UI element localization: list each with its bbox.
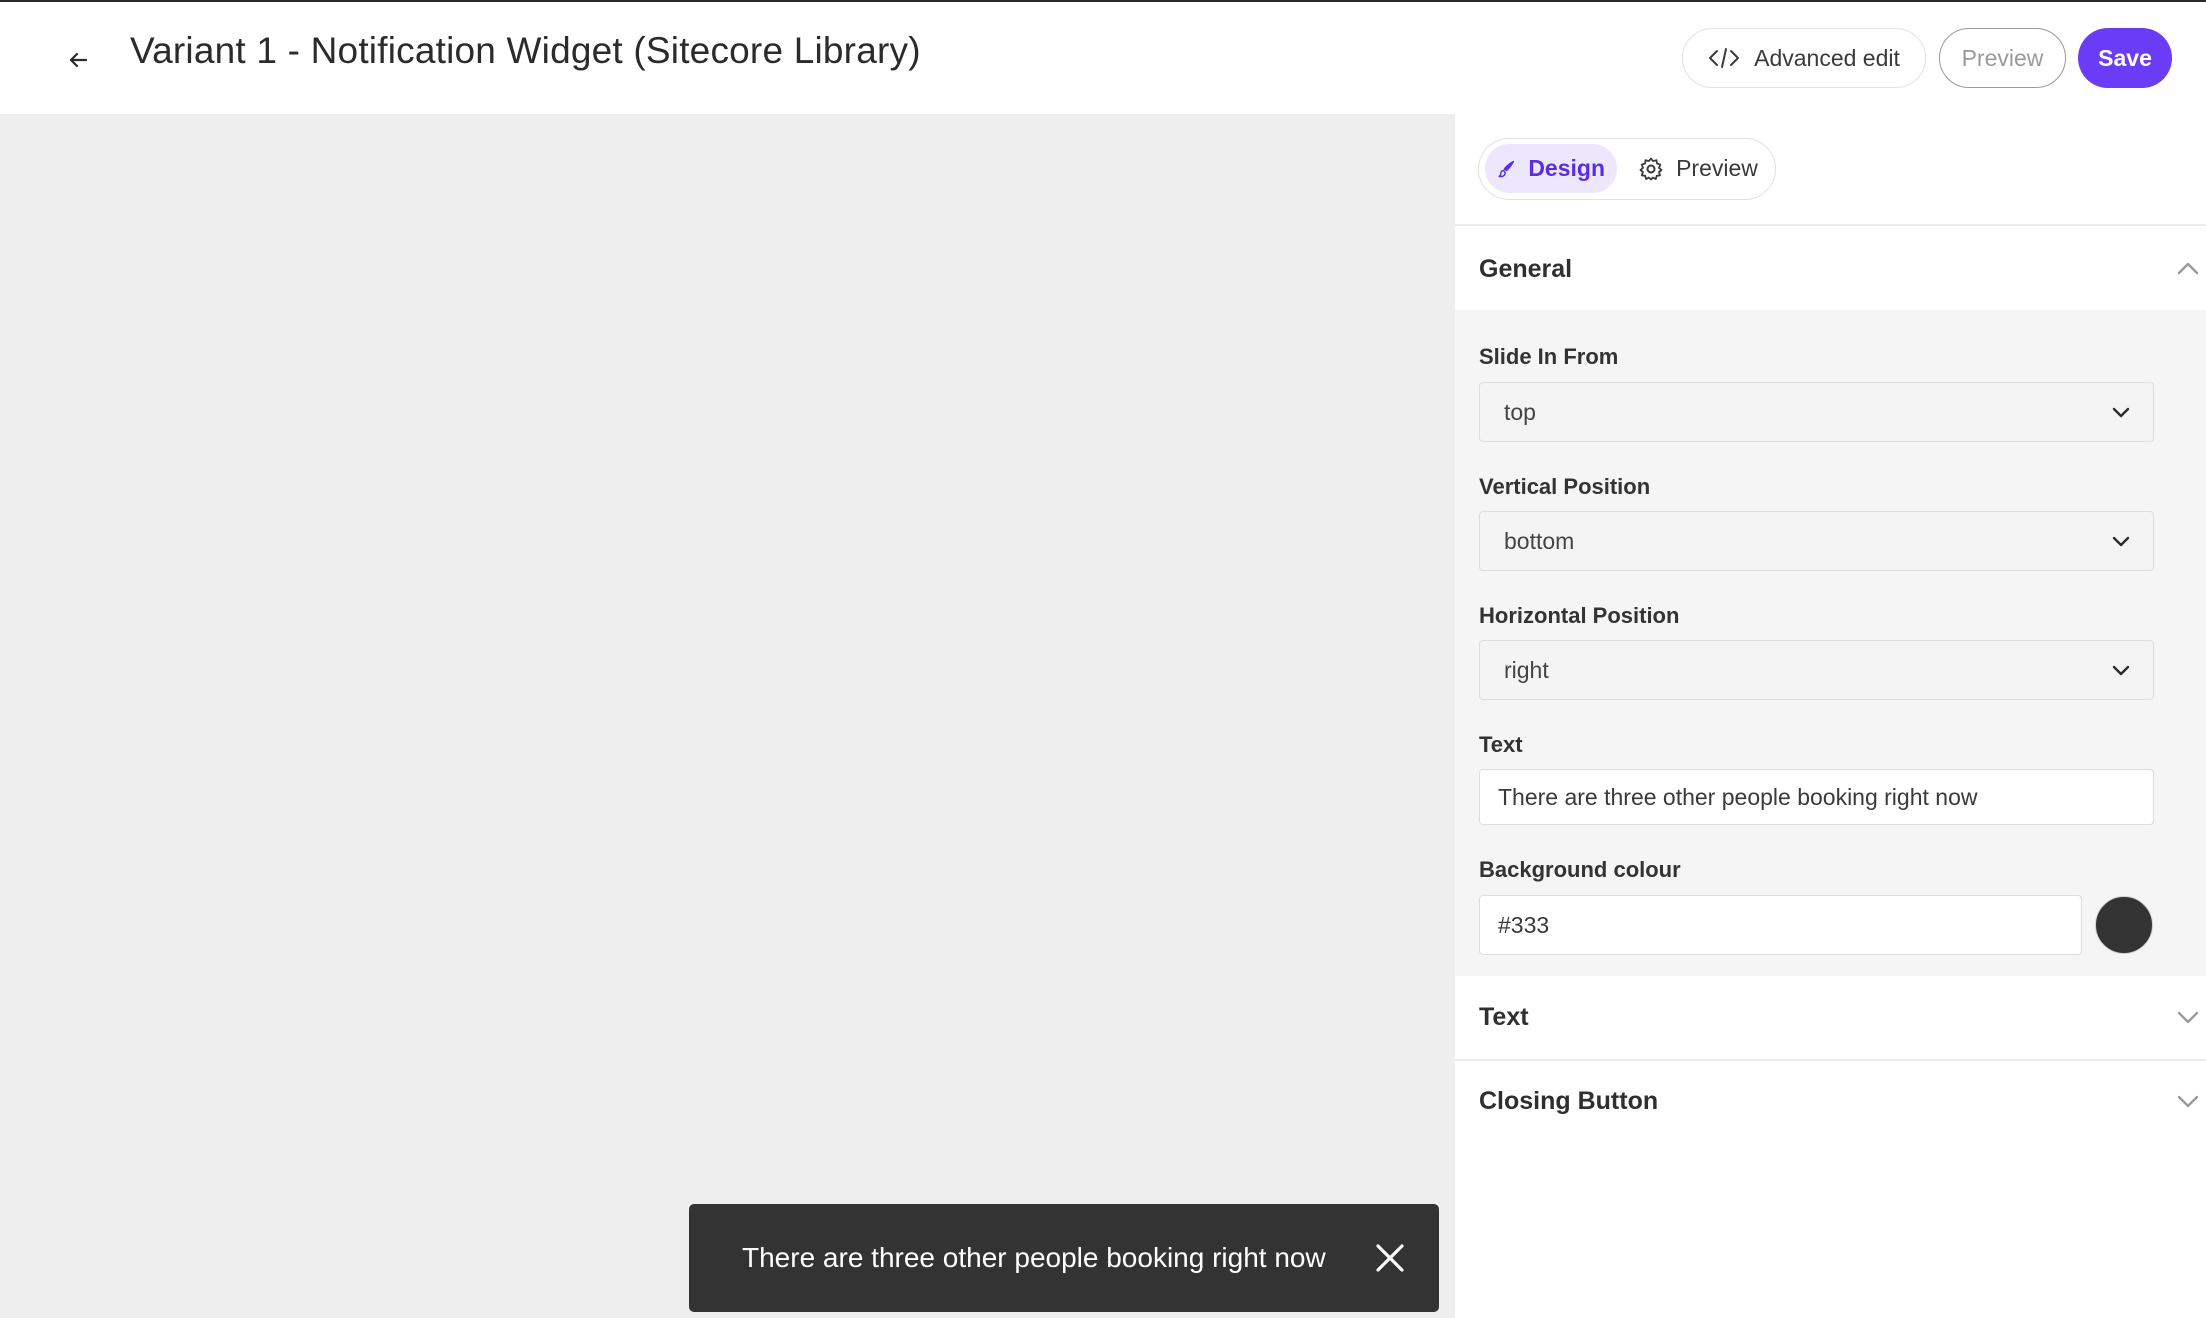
section-text-title: Text bbox=[1479, 1002, 1529, 1031]
editor-header: Variant 1 - Notification Widget (Sitecor… bbox=[0, 2, 2206, 114]
background-colour-input[interactable]: #333 bbox=[1479, 895, 2082, 955]
brush-icon bbox=[1498, 160, 1515, 177]
properties-panel: Design Preview General Slide In From top… bbox=[1455, 114, 2206, 1318]
chevron-down-icon bbox=[2112, 665, 2130, 676]
arrow-left-icon bbox=[69, 52, 88, 68]
notification-text: There are three other people booking rig… bbox=[742, 1242, 1326, 1273]
section-closing-button-header[interactable]: Closing Button bbox=[1455, 1060, 2206, 1142]
notification-close-button[interactable] bbox=[1367, 1235, 1413, 1281]
save-button[interactable]: Save bbox=[2078, 28, 2172, 88]
page-title: Variant 1 - Notification Widget (Sitecor… bbox=[130, 30, 921, 71]
slide-in-from-select[interactable]: top bbox=[1479, 382, 2154, 442]
advanced-edit-label: Advanced edit bbox=[1754, 44, 1900, 71]
text-input[interactable]: There are three other people booking rig… bbox=[1479, 769, 2154, 825]
gear-icon bbox=[1639, 157, 1663, 180]
divider bbox=[1455, 224, 2206, 226]
chevron-down-icon bbox=[2177, 1095, 2199, 1108]
text-field-label: Text bbox=[1479, 732, 1523, 757]
section-text-header[interactable]: Text bbox=[1455, 976, 2206, 1058]
slide-in-from-label: Slide In From bbox=[1479, 344, 1619, 369]
back-button[interactable] bbox=[56, 38, 100, 82]
advanced-edit-button[interactable]: Advanced edit bbox=[1682, 28, 1926, 88]
horizontal-position-label: Horizontal Position bbox=[1479, 603, 1680, 628]
chevron-down-icon bbox=[2112, 407, 2130, 418]
horizontal-position-value: right bbox=[1504, 656, 1549, 683]
close-icon bbox=[1376, 1244, 1404, 1272]
chevron-down-icon bbox=[2112, 536, 2130, 547]
section-closing-button-title: Closing Button bbox=[1479, 1086, 1659, 1115]
section-general-title: General bbox=[1479, 254, 1573, 283]
mode-tabs: Design Preview bbox=[1478, 138, 1776, 200]
vertical-position-value: bottom bbox=[1504, 527, 1575, 554]
background-colour-swatch[interactable] bbox=[2095, 896, 2153, 954]
tab-design[interactable]: Design bbox=[1485, 144, 1617, 193]
slide-in-from-value: top bbox=[1504, 398, 1536, 425]
code-icon bbox=[1709, 48, 1740, 68]
tab-design-label: Design bbox=[1528, 155, 1605, 181]
horizontal-position-select[interactable]: right bbox=[1479, 640, 2154, 700]
chevron-up-icon bbox=[2177, 262, 2199, 275]
chevron-down-icon bbox=[2177, 1011, 2199, 1024]
background-colour-label: Background colour bbox=[1479, 857, 1681, 882]
header-preview-button[interactable]: Preview bbox=[1939, 28, 2066, 88]
notification-widget: There are three other people booking rig… bbox=[689, 1204, 1439, 1312]
section-general-body: Slide In From top Vertical Position bott… bbox=[1455, 310, 2206, 976]
vertical-position-label: Vertical Position bbox=[1479, 474, 1651, 499]
section-general-header[interactable]: General bbox=[1455, 228, 2206, 310]
tab-preview-label: Preview bbox=[1676, 155, 1758, 181]
vertical-position-select[interactable]: bottom bbox=[1479, 511, 2154, 571]
preview-canvas: There are three other people booking rig… bbox=[0, 114, 1455, 1318]
tab-preview[interactable]: Preview bbox=[1626, 144, 1770, 193]
